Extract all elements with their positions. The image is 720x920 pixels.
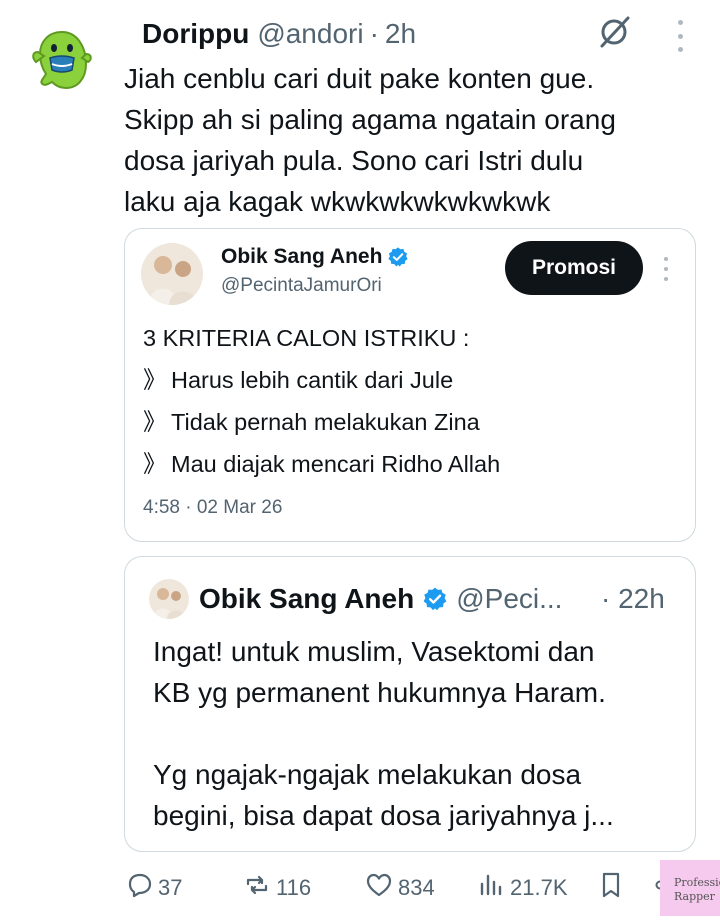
post-text-line: laku aja kagak wkwkwkwkwkwkwk <box>124 186 551 217</box>
card-author-name: Obik Sang Aneh <box>221 245 383 268</box>
repost-count: 116 <box>276 875 312 900</box>
card-handle: @PecintaJamurOri <box>221 275 382 296</box>
post-text-line: dosa jariyah pula. Sono cari Istri dulu <box>124 145 584 176</box>
quoted-tweet-time: · 22h <box>601 583 665 614</box>
criteria-text: Tidak pernah melakukan Zina <box>171 409 480 435</box>
views-count: 21.7K <box>510 875 568 900</box>
bullet-icon: 》 <box>143 367 167 393</box>
post-text: Jiah cenblu cari duit pake konten gue. S… <box>124 58 704 222</box>
action-bar: 37 116 834 21.7K <box>0 866 720 910</box>
views-icon <box>476 870 510 906</box>
like-count: 834 <box>398 875 435 900</box>
criteria-text: Mau diajak mencari Ridho Allah <box>171 451 501 477</box>
reply-count: 37 <box>158 875 183 900</box>
heart-icon <box>364 870 398 906</box>
card-body: 3 KRITERIA CALON ISTRIKU : 》 Harus lebih … <box>143 317 500 485</box>
verified-badge-icon <box>387 246 409 268</box>
card-more-icon <box>661 257 671 281</box>
more-icon[interactable] <box>668 20 692 52</box>
quoted-tweet-text: Ingat! untuk muslim, Vasektomi dan KB yg… <box>153 631 614 836</box>
views-button[interactable]: 21.7K <box>476 866 568 910</box>
card-author: Obik Sang Aneh <box>221 245 409 269</box>
post-text-line: Jiah cenblu cari duit pake konten gue. <box>124 63 595 94</box>
quoted-author-handle: @Peci... <box>456 583 563 614</box>
quoted-text-line: begini, bisa dapat dosa jariyahnya j... <box>153 800 614 831</box>
like-button[interactable]: 834 <box>364 866 435 910</box>
quoted-author-avatar <box>149 579 189 619</box>
separator-dot: · <box>369 18 379 49</box>
quoted-tweet-header: Obik Sang Aneh @Peci... <box>149 577 562 621</box>
quoted-author-name: Obik Sang Aneh <box>199 583 415 614</box>
card-avatar <box>141 243 203 305</box>
bullet-icon: 》 <box>143 409 167 435</box>
post-header: Dorippu @andori · 2h <box>142 16 416 52</box>
quoted-text-line: KB yg permanent hukumnya Haram. <box>153 677 606 708</box>
quoted-text-line: Yg ngajak-ngajak melakukan dosa <box>153 759 582 790</box>
quoted-tweet[interactable]: Obik Sang Aneh @Peci... · 22h Ingat! unt… <box>124 556 696 852</box>
watermark: Professional Rapper <box>660 860 720 916</box>
card-title: 3 KRITERIA CALON ISTRIKU : <box>143 325 470 351</box>
repost-button[interactable]: 116 <box>242 866 311 910</box>
repost-icon <box>242 870 276 906</box>
reply-icon <box>124 870 158 906</box>
criteria-item: 》 Tidak pernah melakukan Zina <box>143 401 500 443</box>
post-time[interactable]: 2h <box>385 18 416 50</box>
quoted-text-line: Ingat! untuk muslim, Vasektomi dan <box>153 636 595 667</box>
embedded-image-card[interactable]: Obik Sang Aneh @PecintaJamurOri Promosi … <box>124 228 696 542</box>
watermark-line: Rapper <box>674 890 715 903</box>
criteria-item: 》 Harus lebih cantik dari Jule <box>143 359 500 401</box>
bookmark-icon <box>596 870 630 906</box>
author-avatar[interactable] <box>30 28 94 92</box>
reply-button[interactable]: 37 <box>124 866 182 910</box>
watermark-line: Professional <box>674 876 720 889</box>
author-handle[interactable]: @andori <box>257 18 363 50</box>
criteria-item: 》 Mau diajak mencari Ridho Allah <box>143 443 500 485</box>
bullet-icon: 》 <box>143 451 167 477</box>
verified-badge-icon <box>422 586 448 612</box>
post-text-line: Skipp ah si paling agama ngatain orang <box>124 104 616 135</box>
criteria-text: Harus lebih cantik dari Jule <box>171 367 454 393</box>
card-timestamp: 4:58 · 02 Mar 26 <box>143 497 283 518</box>
grok-icon[interactable] <box>596 14 632 50</box>
bookmark-button[interactable] <box>596 866 630 910</box>
promo-button: Promosi <box>505 241 643 295</box>
author-name[interactable]: Dorippu <box>142 18 249 50</box>
